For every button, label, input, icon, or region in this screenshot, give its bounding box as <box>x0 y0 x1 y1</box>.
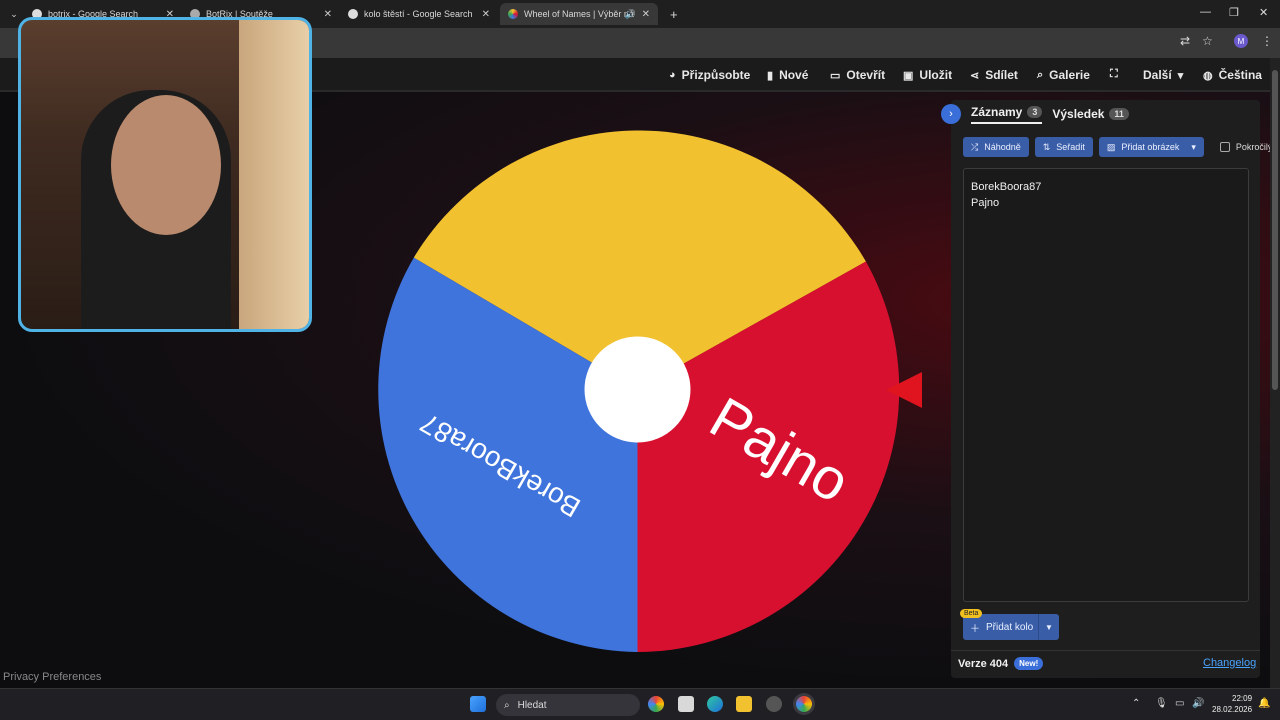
google-icon <box>348 9 358 19</box>
palette-icon: ◕ <box>669 69 676 81</box>
customize-button[interactable]: ◕ Přizpůsobte <box>669 68 750 82</box>
page-scrollbar[interactable] <box>1270 58 1280 688</box>
chevron-down-icon: ▾ <box>1191 141 1196 152</box>
beta-badge: Beta <box>960 609 983 618</box>
sort-icon: ⇅ <box>1042 141 1051 152</box>
browser-tab-4[interactable]: Wheel of Names | Výběr ná 🔊 ✕ <box>500 3 658 25</box>
close-window-button[interactable]: ✕ <box>1259 6 1268 19</box>
entry-line: Pajno <box>971 197 1000 209</box>
edge-icon[interactable] <box>707 696 723 712</box>
entries-count-badge: 3 <box>1027 105 1043 118</box>
plus-icon: ＋ <box>970 623 980 635</box>
chevron-down-icon: ▾ <box>1177 69 1184 82</box>
more-button[interactable]: Další ▾ <box>1143 68 1183 82</box>
tab-title: Wheel of Names | Výběr ná <box>524 9 634 19</box>
panel-divider <box>951 650 1260 651</box>
globe-icon: ◍ <box>1203 69 1213 82</box>
volume-icon[interactable]: 🔊 <box>1192 698 1204 709</box>
image-icon: ▨ <box>1106 141 1116 152</box>
translate-icon[interactable]: ⇄ <box>1180 34 1190 48</box>
maximize-button[interactable]: ❐ <box>1229 6 1239 19</box>
checkbox-box[interactable] <box>1219 142 1230 152</box>
folder-icon: ▭ <box>830 69 841 82</box>
chrome-icon[interactable] <box>648 696 664 712</box>
entry-line: BorekBoora87 <box>971 181 1042 193</box>
tray-chevron-icon[interactable]: ⌃ <box>1132 698 1140 709</box>
panel-toolbar: ⤮ Náhodně ⇅ Seřadit ▨ Přidat obrázek ▾ Pokro… <box>963 137 1272 157</box>
webcam-person-head <box>111 95 221 235</box>
windows-start-icon[interactable] <box>470 696 486 712</box>
chrome-profile-icon[interactable] <box>796 696 812 712</box>
browser-tab-3[interactable]: kolo štěstí - Google Search ✕ <box>340 3 498 25</box>
taskbar-clock[interactable]: 22:09 28.02.2026 <box>1212 693 1252 715</box>
new-tab-button[interactable]: + <box>662 3 686 25</box>
notification-icon[interactable]: 🔔 <box>1258 698 1270 709</box>
close-icon[interactable]: ✕ <box>324 9 332 20</box>
search-icon: ⌕ <box>504 699 510 711</box>
minimize-button[interactable]: — <box>1200 6 1211 18</box>
speaker-icon[interactable]: 🔊 <box>625 9 636 20</box>
network-icon[interactable]: ▭ <box>1175 698 1184 709</box>
close-icon[interactable]: ✕ <box>642 9 650 20</box>
version-info: Verze 404 New! <box>958 657 1044 670</box>
file-explorer-icon[interactable] <box>736 696 752 712</box>
new-badge: New! <box>1014 657 1044 670</box>
tab-results[interactable]: Výsledek 11 <box>1052 107 1129 121</box>
wheel[interactable]: Pajno BorekBoora87 <box>375 127 900 652</box>
wheel-favicon-icon <box>508 9 518 19</box>
chevron-down-icon[interactable]: ▼ <box>1039 623 1059 632</box>
microphone-icon[interactable]: 🎙 <box>1155 698 1168 709</box>
save-button[interactable]: ▣ Uložit <box>903 68 952 82</box>
profile-avatar[interactable]: M <box>1234 34 1248 48</box>
language-button[interactable]: ◍ Čeština <box>1203 68 1262 82</box>
sort-button[interactable]: ⇅ Seřadit <box>1034 137 1093 157</box>
add-image-button[interactable]: ▨ Přidat obrázek ▾ <box>1098 137 1204 157</box>
panel-tabs: › Záznamy 3 Výsledek 11 <box>941 104 1129 124</box>
open-button[interactable]: ▭ Otevřít <box>830 68 885 82</box>
chevron-right-icon[interactable]: › <box>941 104 961 124</box>
save-icon: ▣ <box>903 69 914 82</box>
fullscreen-icon: ⛶ <box>1110 68 1118 80</box>
wheel-pointer <box>886 372 922 408</box>
entries-textarea[interactable]: BorekBoora87 Pajno <box>963 168 1249 602</box>
results-count-badge: 11 <box>1109 108 1129 120</box>
scrollbar-thumb[interactable] <box>1272 70 1278 390</box>
star-icon[interactable]: ☆ <box>1202 34 1213 48</box>
wheel-center[interactable] <box>584 336 691 443</box>
shuffle-button[interactable]: ⤮ Náhodně <box>963 137 1029 157</box>
close-icon[interactable]: ✕ <box>482 9 490 20</box>
share-button[interactable]: ⋖ Sdílet <box>970 68 1018 82</box>
menu-icon[interactable]: ⋮ <box>1261 34 1273 48</box>
share-icon: ⋖ <box>970 69 980 82</box>
file-icon: ▮ <box>767 69 774 82</box>
search-icon: ⌕ <box>1037 68 1044 81</box>
new-button[interactable]: ▮ Nové <box>767 68 808 82</box>
advanced-checkbox[interactable]: Pokročilý <box>1219 142 1272 152</box>
windows-taskbar <box>0 688 1280 720</box>
privacy-preferences-link[interactable]: Privacy Preferences <box>3 671 101 683</box>
gallery-button[interactable]: ⌕ Galerie <box>1037 68 1090 82</box>
app-icon[interactable] <box>766 696 782 712</box>
webcam-wall <box>239 20 309 329</box>
tab-entries[interactable]: Záznamy 3 <box>971 105 1043 124</box>
tab-title: kolo štěstí - Google Search <box>364 9 473 19</box>
shuffle-icon: ⤮ <box>971 141 979 152</box>
fullscreen-button[interactable]: ⛶ <box>1110 68 1118 81</box>
taskbar-search[interactable]: ⌕ Hledat <box>496 694 640 716</box>
store-icon[interactable] <box>678 696 694 712</box>
webcam-overlay <box>18 17 312 332</box>
changelog-link[interactable]: Changelog <box>1203 657 1256 669</box>
